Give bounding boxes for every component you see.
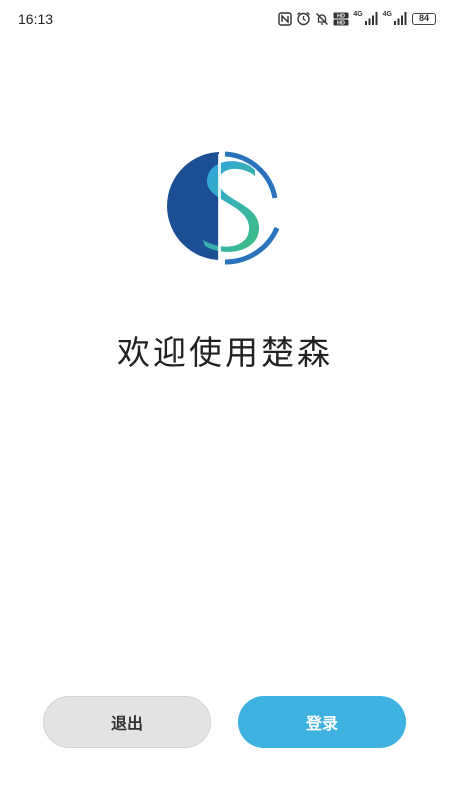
signal-icon [394,12,407,25]
login-button[interactable]: 登录 [238,696,406,748]
exit-button[interactable]: 退出 [43,696,211,748]
alarm-icon [297,11,311,26]
battery-level: 84 [418,12,429,23]
welcome-screen: 16:13 HD HD 4G 4G 84 欢迎使用楚森 退出 登录 [0,0,450,800]
status-bar: 16:13 HD HD 4G 4G 84 [0,0,450,40]
status-icons: HD HD 4G 4G 84 [278,11,436,26]
network-type-2: 4G [382,11,392,18]
svg-text:HD: HD [337,13,345,19]
hd-icon: HD HD [333,12,349,26]
welcome-title: 欢迎使用楚森 [117,333,333,372]
status-time: 16:13 [18,11,54,27]
signal-icon [364,12,378,25]
battery-icon: 84 [412,12,436,25]
svg-text:HD: HD [337,20,345,25]
network-type-1: 4G [353,11,363,18]
mute-icon [316,12,329,25]
nfc-icon [278,11,293,26]
app-logo [167,151,280,265]
